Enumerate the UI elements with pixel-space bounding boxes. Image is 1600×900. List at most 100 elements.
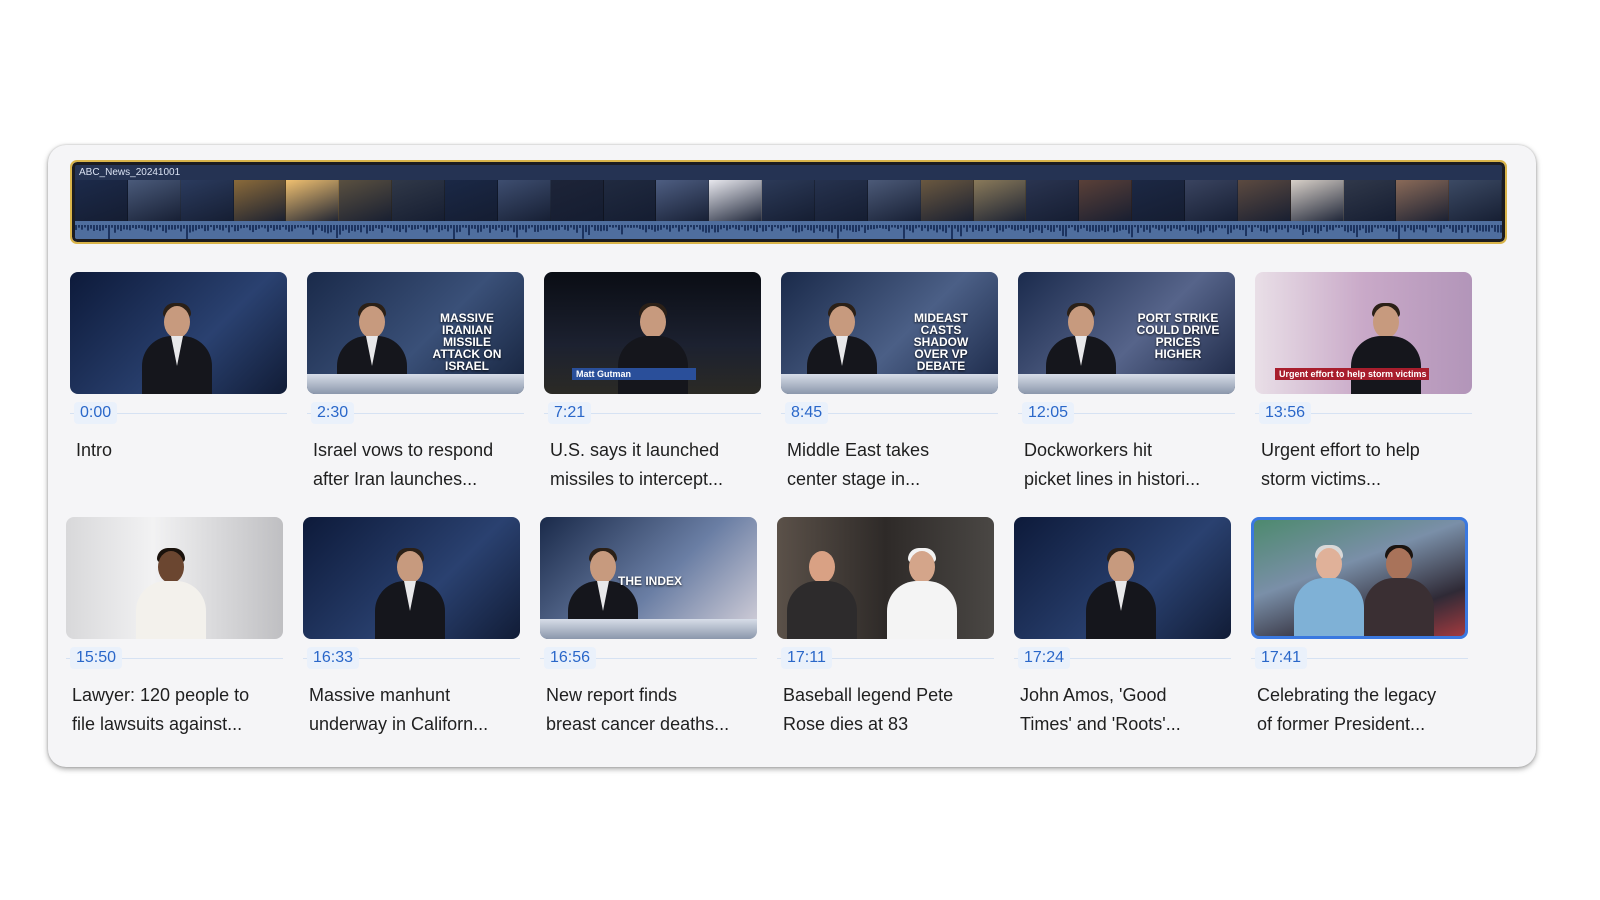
waveform-bar xyxy=(1386,225,1388,232)
waveform-bar xyxy=(969,225,971,228)
chapter-card[interactable]: Port strike could drive prices higher 12… xyxy=(1018,272,1235,512)
chapter-card[interactable]: Urgent effort to help storm victims 13:5… xyxy=(1255,272,1472,512)
chapter-card[interactable]: The Index 16:56 New report finds breast … xyxy=(540,517,757,757)
waveform-bar xyxy=(417,225,419,229)
waveform-bar xyxy=(1038,225,1040,231)
timeline-frame[interactable] xyxy=(286,180,340,225)
chapter-card-selected[interactable]: 17:41 Celebrating the legacy of former P… xyxy=(1251,517,1468,757)
waveform-bar xyxy=(621,225,623,235)
chapter-timestamp[interactable]: 0:00 xyxy=(74,402,118,424)
chapter-thumbnail[interactable]: Massive Iranian missile attack on Israel xyxy=(307,272,524,394)
chapter-thumbnail[interactable] xyxy=(70,272,287,394)
chapter-timestamp[interactable]: 17:24 xyxy=(1018,647,1071,669)
timeline-frame[interactable] xyxy=(1237,180,1291,225)
chapter-timestamp[interactable]: 17:41 xyxy=(1255,647,1308,669)
chapter-timestamp[interactable]: 7:21 xyxy=(548,402,592,424)
timeline-frame[interactable] xyxy=(762,180,816,225)
chapter-thumbnail[interactable]: Matt Gutman xyxy=(544,272,761,394)
chapter-thumbnail[interactable] xyxy=(1251,517,1468,639)
waveform-bar xyxy=(258,225,260,229)
timeline-frame[interactable] xyxy=(1449,180,1502,225)
timeline-frame[interactable] xyxy=(973,180,1027,225)
chapter-timestamp[interactable]: 2:30 xyxy=(311,402,355,424)
waveform-bar xyxy=(225,225,227,228)
timeline-frame[interactable] xyxy=(1185,180,1238,225)
timeline-frame[interactable] xyxy=(1132,180,1186,225)
waveform-bar xyxy=(567,225,569,231)
waveform-bar xyxy=(594,225,596,231)
waveform-bar xyxy=(1392,225,1394,232)
chapter-timestamp[interactable]: 17:11 xyxy=(781,647,832,669)
waveform-bar xyxy=(819,225,821,232)
waveform-bar xyxy=(879,225,881,228)
chapter-timestamp[interactable]: 8:45 xyxy=(785,402,829,424)
waveform-bar xyxy=(1098,225,1100,232)
waveform-bar xyxy=(1122,225,1124,230)
chapter-card[interactable]: Massive Iranian missile attack on Israel… xyxy=(307,272,524,512)
waveform-bar xyxy=(1080,225,1082,229)
timeline-frame[interactable] xyxy=(656,180,710,225)
waveform-bar xyxy=(1260,225,1262,232)
timeline-frame[interactable] xyxy=(603,180,657,225)
timeline-frame[interactable] xyxy=(1343,180,1397,225)
chapter-card[interactable]: Mideast casts shadow over VP debate 8:45… xyxy=(781,272,998,512)
waveform-bar xyxy=(1296,225,1298,229)
timeline-frame[interactable] xyxy=(709,180,763,225)
video-timeline[interactable]: ABC_News_20241001 xyxy=(70,160,1507,244)
waveform-bar xyxy=(1431,225,1433,228)
timeline-frame[interactable] xyxy=(550,180,604,225)
timeline-frame[interactable] xyxy=(815,180,868,225)
timeline-frame[interactable] xyxy=(1026,180,1080,225)
timeline-frame[interactable] xyxy=(867,180,921,225)
waveform-bar xyxy=(138,225,140,229)
chapter-thumbnail[interactable]: Mideast casts shadow over VP debate xyxy=(781,272,998,394)
chapter-thumbnail[interactable] xyxy=(303,517,520,639)
waveform-bar xyxy=(747,225,749,231)
chapter-thumbnail[interactable] xyxy=(66,517,283,639)
timeline-frame[interactable] xyxy=(445,180,498,225)
waveform-bar xyxy=(1344,225,1346,232)
chapter-card[interactable]: 17:11 Baseball legend Pete Rose dies at … xyxy=(777,517,994,757)
waveform-bar xyxy=(1212,225,1214,233)
chapter-thumbnail[interactable]: Port strike could drive prices higher xyxy=(1018,272,1235,394)
timeline-frame[interactable] xyxy=(233,180,287,225)
chapter-timestamp[interactable]: 16:33 xyxy=(307,647,360,669)
timeline-frame[interactable] xyxy=(1290,180,1344,225)
waveform-bar xyxy=(1089,225,1091,232)
waveform-bar xyxy=(795,225,797,233)
waveform-bar xyxy=(1116,225,1118,232)
chapter-timestamp[interactable]: 16:56 xyxy=(544,647,597,669)
timeline-frame[interactable] xyxy=(180,180,234,225)
chapter-timestamp[interactable]: 15:50 xyxy=(70,647,123,669)
chapter-card[interactable]: Matt Gutman 7:21 U.S. says it launched m… xyxy=(544,272,761,512)
chapter-timestamp[interactable]: 12:05 xyxy=(1022,402,1075,424)
waveform-bar xyxy=(468,225,470,236)
chapter-card[interactable]: 0:00 Intro xyxy=(70,272,287,512)
waveform-bar xyxy=(1143,225,1145,232)
waveform-bar xyxy=(831,225,833,233)
chapter-thumbnail[interactable] xyxy=(1014,517,1231,639)
chapter-card[interactable]: 17:24 John Amos, 'Good Times' and 'Roots… xyxy=(1014,517,1231,757)
timeline-frame[interactable] xyxy=(75,180,128,225)
waveform-bar xyxy=(393,225,395,232)
chapter-timestamp[interactable]: 13:56 xyxy=(1259,402,1312,424)
waveform-bar xyxy=(1446,225,1448,228)
chapter-card[interactable]: 16:33 Massive manhunt underway in Califo… xyxy=(303,517,520,757)
timeline-frame[interactable] xyxy=(127,180,181,225)
waveform-bar xyxy=(1113,225,1115,233)
timeline-frame[interactable] xyxy=(497,180,551,225)
waveform-bar xyxy=(582,225,584,239)
chapter-card[interactable]: 15:50 Lawyer: 120 people to file lawsuit… xyxy=(66,517,283,757)
waveform-bar xyxy=(111,225,113,228)
waveform-bar xyxy=(1083,225,1085,228)
timeline-frame[interactable] xyxy=(920,180,974,225)
timeline-frame[interactable] xyxy=(339,180,393,225)
timeline-frame[interactable] xyxy=(1396,180,1450,225)
timeline-frame[interactable] xyxy=(1079,180,1133,225)
timeline-film-strip[interactable] xyxy=(75,180,1502,225)
waveform-bar xyxy=(660,225,662,230)
chapter-thumbnail[interactable]: The Index xyxy=(540,517,757,639)
timeline-frame[interactable] xyxy=(392,180,446,225)
chapter-thumbnail[interactable] xyxy=(777,517,994,639)
chapter-thumbnail[interactable]: Urgent effort to help storm victims xyxy=(1255,272,1472,394)
